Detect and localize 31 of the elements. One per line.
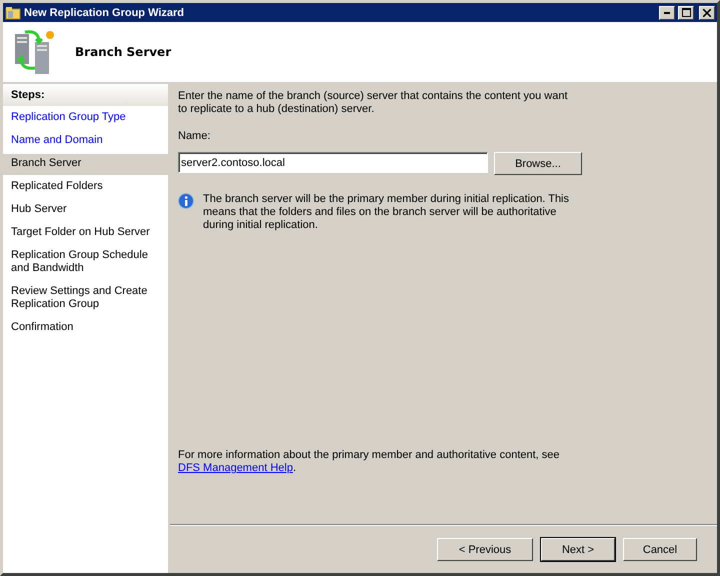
help-link[interactable]: DFS Management Help xyxy=(178,462,293,474)
page-title: Branch Server xyxy=(75,45,172,59)
step-item: Review Settings and Create Replication Group xyxy=(10,284,148,312)
step-item: Hub Server xyxy=(10,202,68,217)
minimize-button[interactable] xyxy=(659,6,675,20)
minimize-icon xyxy=(664,12,670,14)
name-field[interactable]: server2.contoso.local xyxy=(178,152,488,173)
wizard-button[interactable]: Next > xyxy=(541,538,615,561)
info-text: The branch server will be the primary member during initial replication. This means that the folders and files on the branch server will be authoritative during initial replication. xyxy=(203,193,570,232)
servers-sync-icon xyxy=(13,28,57,76)
step-item: Replication Group Schedule and Bandwidth xyxy=(10,248,149,276)
step-item: Replicated Folders xyxy=(10,179,104,194)
instruction-text: Enter the name of the branch (source) server that contains the content you want to replicate to a hub (destination) server. xyxy=(178,90,568,116)
browse-button[interactable]: Browse... xyxy=(494,152,582,175)
step-item: Confirmation xyxy=(10,320,74,335)
step-item[interactable]: Replication Group Type xyxy=(3,108,168,129)
window-title: New Replication Group Wizard xyxy=(24,6,186,18)
step-item: Branch Server xyxy=(3,154,168,175)
folder-icon xyxy=(5,6,21,20)
close-icon xyxy=(703,8,711,16)
help-text: For more information about the primary member and authoritative content, see DFS Management Help. xyxy=(178,449,561,475)
step-item[interactable]: Name and Domain xyxy=(3,131,168,152)
name-label: Name: xyxy=(178,130,212,143)
close-button[interactable] xyxy=(699,6,715,20)
maximize-button[interactable] xyxy=(678,6,694,20)
steps-heading: Steps: xyxy=(3,84,168,106)
info-icon xyxy=(178,193,194,209)
maximize-icon xyxy=(682,8,690,17)
wizard-button[interactable]: Cancel xyxy=(623,538,697,561)
step-item: Target Folder on Hub Server xyxy=(10,225,151,240)
wizard-button[interactable]: < Previous xyxy=(437,538,533,561)
